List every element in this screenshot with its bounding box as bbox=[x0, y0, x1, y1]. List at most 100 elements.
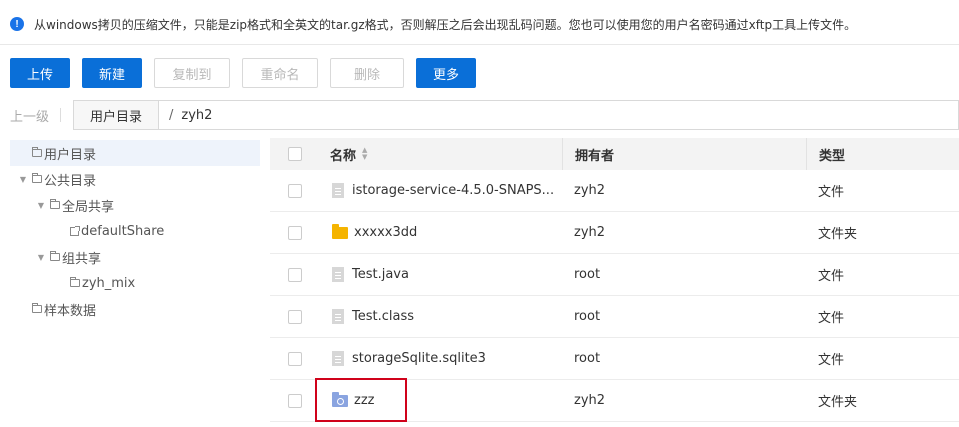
table-header: 名称 ▲ ▼ 拥有者 类型 bbox=[270, 138, 959, 170]
directory-tree: 用户目录 ▼ 公共目录 ▼ 全局共享 defaultShare ▼ 组共享 zyh_mix 样本数… bbox=[10, 140, 260, 322]
delete-button[interactable]: 删除 bbox=[330, 58, 404, 88]
table-row[interactable]: xxxxx3dd zyh2 文件夹 bbox=[270, 212, 959, 254]
tree-item[interactable]: ▼ 公共目录 bbox=[10, 166, 260, 192]
row-owner: root bbox=[574, 309, 601, 324]
file-icon bbox=[332, 267, 344, 282]
folder-icon bbox=[332, 223, 348, 239]
row-name[interactable]: Test.class bbox=[352, 309, 414, 324]
row-checkbox[interactable] bbox=[288, 351, 302, 366]
upload-button[interactable]: 上传 bbox=[10, 58, 70, 88]
tree-item[interactable]: 样本数据 bbox=[10, 296, 260, 322]
folder-outline-icon bbox=[32, 303, 42, 313]
table-row[interactable]: storageSqlite.sqlite3 root 文件 bbox=[270, 338, 959, 380]
header-type: 类型 bbox=[806, 138, 959, 170]
separator bbox=[60, 108, 61, 122]
tree-item-label: 公共目录 bbox=[44, 173, 97, 189]
tree-item[interactable]: ▼ 组共享 bbox=[10, 244, 260, 270]
select-all-cell bbox=[270, 147, 320, 161]
row-name-cell[interactable]: Test.class bbox=[320, 309, 562, 324]
header-name[interactable]: 名称 ▲ ▼ bbox=[320, 138, 562, 170]
divider bbox=[0, 44, 959, 45]
row-type: 文件 bbox=[818, 185, 845, 200]
select-all-checkbox[interactable] bbox=[288, 147, 302, 161]
row-owner: zyh2 bbox=[574, 393, 606, 408]
row-check-cell bbox=[270, 309, 320, 324]
breadcrumb-slash: / bbox=[169, 107, 174, 123]
row-checkbox[interactable] bbox=[288, 267, 302, 282]
breadcrumb-root[interactable]: 用户目录 bbox=[74, 101, 160, 129]
table-row[interactable]: istorage-service-4.5.0-SNAPS... zyh2 文件 bbox=[270, 170, 959, 212]
row-name[interactable]: zzz bbox=[354, 393, 374, 408]
breadcrumb-current: zyh2 bbox=[181, 107, 213, 123]
row-name-cell[interactable]: storageSqlite.sqlite3 bbox=[320, 351, 562, 366]
notice-text: 从windows拷贝的压缩文件，只能是zip格式和全英文的tar.gz格式，否则… bbox=[34, 17, 857, 32]
more-button[interactable]: 更多 bbox=[416, 58, 476, 88]
table-body: istorage-service-4.5.0-SNAPS... zyh2 文件 xxx… bbox=[270, 170, 959, 422]
row-checkbox[interactable] bbox=[288, 309, 302, 324]
table-row[interactable]: Test.class root 文件 bbox=[270, 296, 959, 338]
tree-item-label: defaultShare bbox=[81, 223, 165, 239]
tree-item-label: 用户目录 bbox=[44, 147, 97, 163]
row-checkbox[interactable] bbox=[288, 393, 302, 408]
breadcrumb: 用户目录 / zyh2 bbox=[73, 100, 959, 130]
row-type: 文件 bbox=[818, 353, 845, 368]
row-name-cell[interactable]: istorage-service-4.5.0-SNAPS... bbox=[320, 183, 562, 198]
row-owner: root bbox=[574, 267, 601, 282]
row-name[interactable]: xxxxx3dd bbox=[354, 225, 417, 240]
row-name-cell[interactable]: zzz bbox=[320, 391, 562, 408]
row-type: 文件夹 bbox=[818, 227, 858, 242]
path-bar: 上一级 用户目录 / zyh2 bbox=[10, 100, 959, 130]
sort-icon[interactable]: ▲ ▼ bbox=[362, 147, 367, 161]
toolbar: 上传 新建 复制到 重命名 删除 更多 bbox=[10, 58, 476, 88]
header-name-label: 名称 bbox=[330, 148, 357, 164]
row-type: 文件 bbox=[818, 269, 845, 284]
tree-item-label: zyh_mix bbox=[82, 275, 136, 291]
tree-item[interactable]: ▼ 全局共享 bbox=[10, 192, 260, 218]
table-row[interactable]: zzz zyh2 文件夹 bbox=[270, 380, 959, 422]
folder-outline-icon bbox=[32, 147, 42, 157]
row-check-cell bbox=[270, 393, 320, 408]
notice-bar: ! 从windows拷贝的压缩文件，只能是zip格式和全英文的tar.gz格式，… bbox=[10, 14, 856, 34]
tree-item[interactable]: 用户目录 bbox=[10, 140, 260, 166]
folder-outline-icon bbox=[50, 199, 60, 209]
row-name[interactable]: Test.java bbox=[352, 267, 409, 282]
row-name-cell[interactable]: xxxxx3dd bbox=[320, 223, 562, 240]
rename-button[interactable]: 重命名 bbox=[242, 58, 318, 88]
expand-arrow-icon[interactable]: ▼ bbox=[18, 175, 28, 184]
expand-arrow-icon[interactable]: ▼ bbox=[36, 201, 46, 210]
tree-item-label: 全局共享 bbox=[62, 199, 115, 215]
folder-outline-icon bbox=[50, 251, 60, 261]
row-check-cell bbox=[270, 183, 320, 198]
file-icon bbox=[332, 351, 344, 366]
row-checkbox[interactable] bbox=[288, 225, 302, 240]
row-type: 文件 bbox=[818, 311, 845, 326]
row-checkbox[interactable] bbox=[288, 183, 302, 198]
row-owner: root bbox=[574, 351, 601, 366]
row-check-cell bbox=[270, 351, 320, 366]
row-name[interactable]: istorage-service-4.5.0-SNAPS... bbox=[352, 183, 554, 198]
row-owner: zyh2 bbox=[574, 225, 606, 240]
copy-to-button[interactable]: 复制到 bbox=[154, 58, 230, 88]
info-icon: ! bbox=[10, 17, 24, 31]
share-link-icon bbox=[70, 225, 80, 236]
row-name-cell[interactable]: Test.java bbox=[320, 267, 562, 282]
tree-item-label: 组共享 bbox=[62, 251, 102, 267]
expand-arrow-icon[interactable]: ▼ bbox=[36, 253, 46, 262]
folder-outline-icon bbox=[70, 277, 80, 287]
row-check-cell bbox=[270, 267, 320, 282]
file-icon bbox=[332, 183, 344, 198]
row-name[interactable]: storageSqlite.sqlite3 bbox=[352, 351, 486, 366]
row-owner: zyh2 bbox=[574, 183, 606, 198]
new-button[interactable]: 新建 bbox=[82, 58, 142, 88]
tree-item[interactable]: zyh_mix bbox=[10, 270, 260, 296]
tree-item[interactable]: defaultShare bbox=[10, 218, 260, 244]
row-check-cell bbox=[270, 225, 320, 240]
file-icon bbox=[332, 309, 344, 324]
row-type: 文件夹 bbox=[818, 395, 858, 410]
tree-item-label: 样本数据 bbox=[44, 303, 97, 319]
table-row[interactable]: Test.java root 文件 bbox=[270, 254, 959, 296]
up-level-link[interactable]: 上一级 bbox=[10, 106, 60, 125]
file-table: 名称 ▲ ▼ 拥有者 类型 istorage-service-4.5.0-SNAP… bbox=[270, 138, 959, 422]
folder-outline-icon bbox=[32, 173, 42, 183]
shared-folder-icon bbox=[332, 391, 348, 407]
